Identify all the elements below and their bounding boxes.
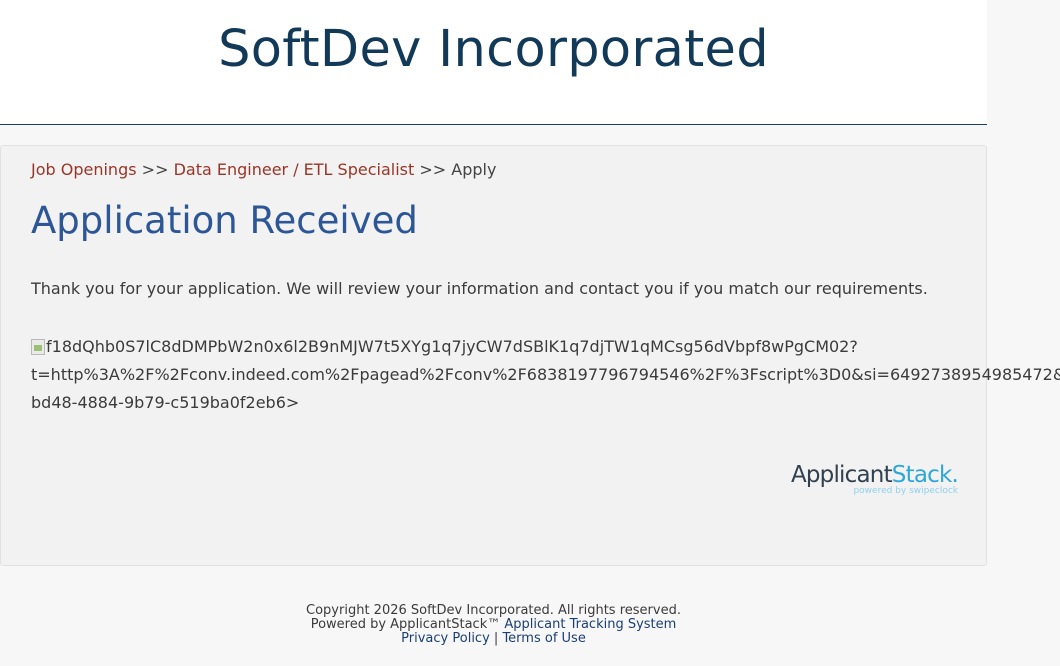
site-footer: Copyright 2026 SoftDev Incorporated. All…: [0, 604, 987, 646]
footer-powered-text: Powered by ApplicantStack™: [310, 617, 501, 632]
broken-image-alt-text: f18dQhb0S7lC8dDMPbW2n0x6l2B9nMJW7t5XYg1q…: [46, 337, 858, 356]
privacy-policy-link[interactable]: Privacy Policy: [401, 631, 490, 646]
footer-link-separator: |: [493, 631, 499, 646]
broken-image-alt-line: bd48-4884-9b79-c519ba0f2eb6>: [31, 393, 300, 412]
broken-tracking-image: f18dQhb0S7lC8dDMPbW2n0x6l2B9nMJW7t5XYg1q…: [31, 333, 1060, 417]
content-panel: Job Openings >> Data Engineer / ETL Spec…: [0, 145, 1060, 566]
breadcrumb-current: Apply: [451, 160, 497, 179]
footer-copyright: Copyright 2026 SoftDev Incorporated. All…: [306, 603, 681, 618]
breadcrumb-job-link[interactable]: Data Engineer / ETL Specialist: [174, 160, 415, 179]
site-header: SoftDev Incorporated: [0, 0, 987, 125]
terms-of-use-link[interactable]: Terms of Use: [502, 631, 585, 646]
logo-tagline: powered by swipeclock: [853, 486, 958, 496]
broken-image-icon: [31, 339, 45, 355]
company-name: SoftDev Incorporated: [218, 20, 769, 79]
broken-image-alt-line: t=http%3A%2F%2Fconv.indeed.com%2Fpagead%…: [31, 365, 1060, 384]
broken-image-alt-line: f18dQhb0S7lC8dDMPbW2n0x6l2B9nMJW7t5XYg1q…: [31, 333, 1060, 361]
applicantstack-logo[interactable]: ApplicantStack. powered by swipeclock: [791, 461, 959, 497]
breadcrumb: Job Openings >> Data Engineer / ETL Spec…: [31, 160, 496, 180]
footer-links: Privacy Policy | Terms of Use: [0, 632, 987, 646]
confirmation-message: Thank you for your application. We will …: [31, 279, 928, 298]
breadcrumb-separator: >>: [419, 160, 447, 179]
page: SoftDev Incorporated Job Openings >> Dat…: [0, 0, 1060, 666]
page-title: Application Received: [31, 199, 418, 242]
footer-powered-by: Powered by ApplicantStack™ Applicant Tra…: [0, 618, 987, 632]
ats-link[interactable]: Applicant Tracking System: [504, 617, 676, 632]
breadcrumb-separator: >>: [141, 160, 169, 179]
breadcrumb-job-openings-link[interactable]: Job Openings: [31, 160, 137, 179]
